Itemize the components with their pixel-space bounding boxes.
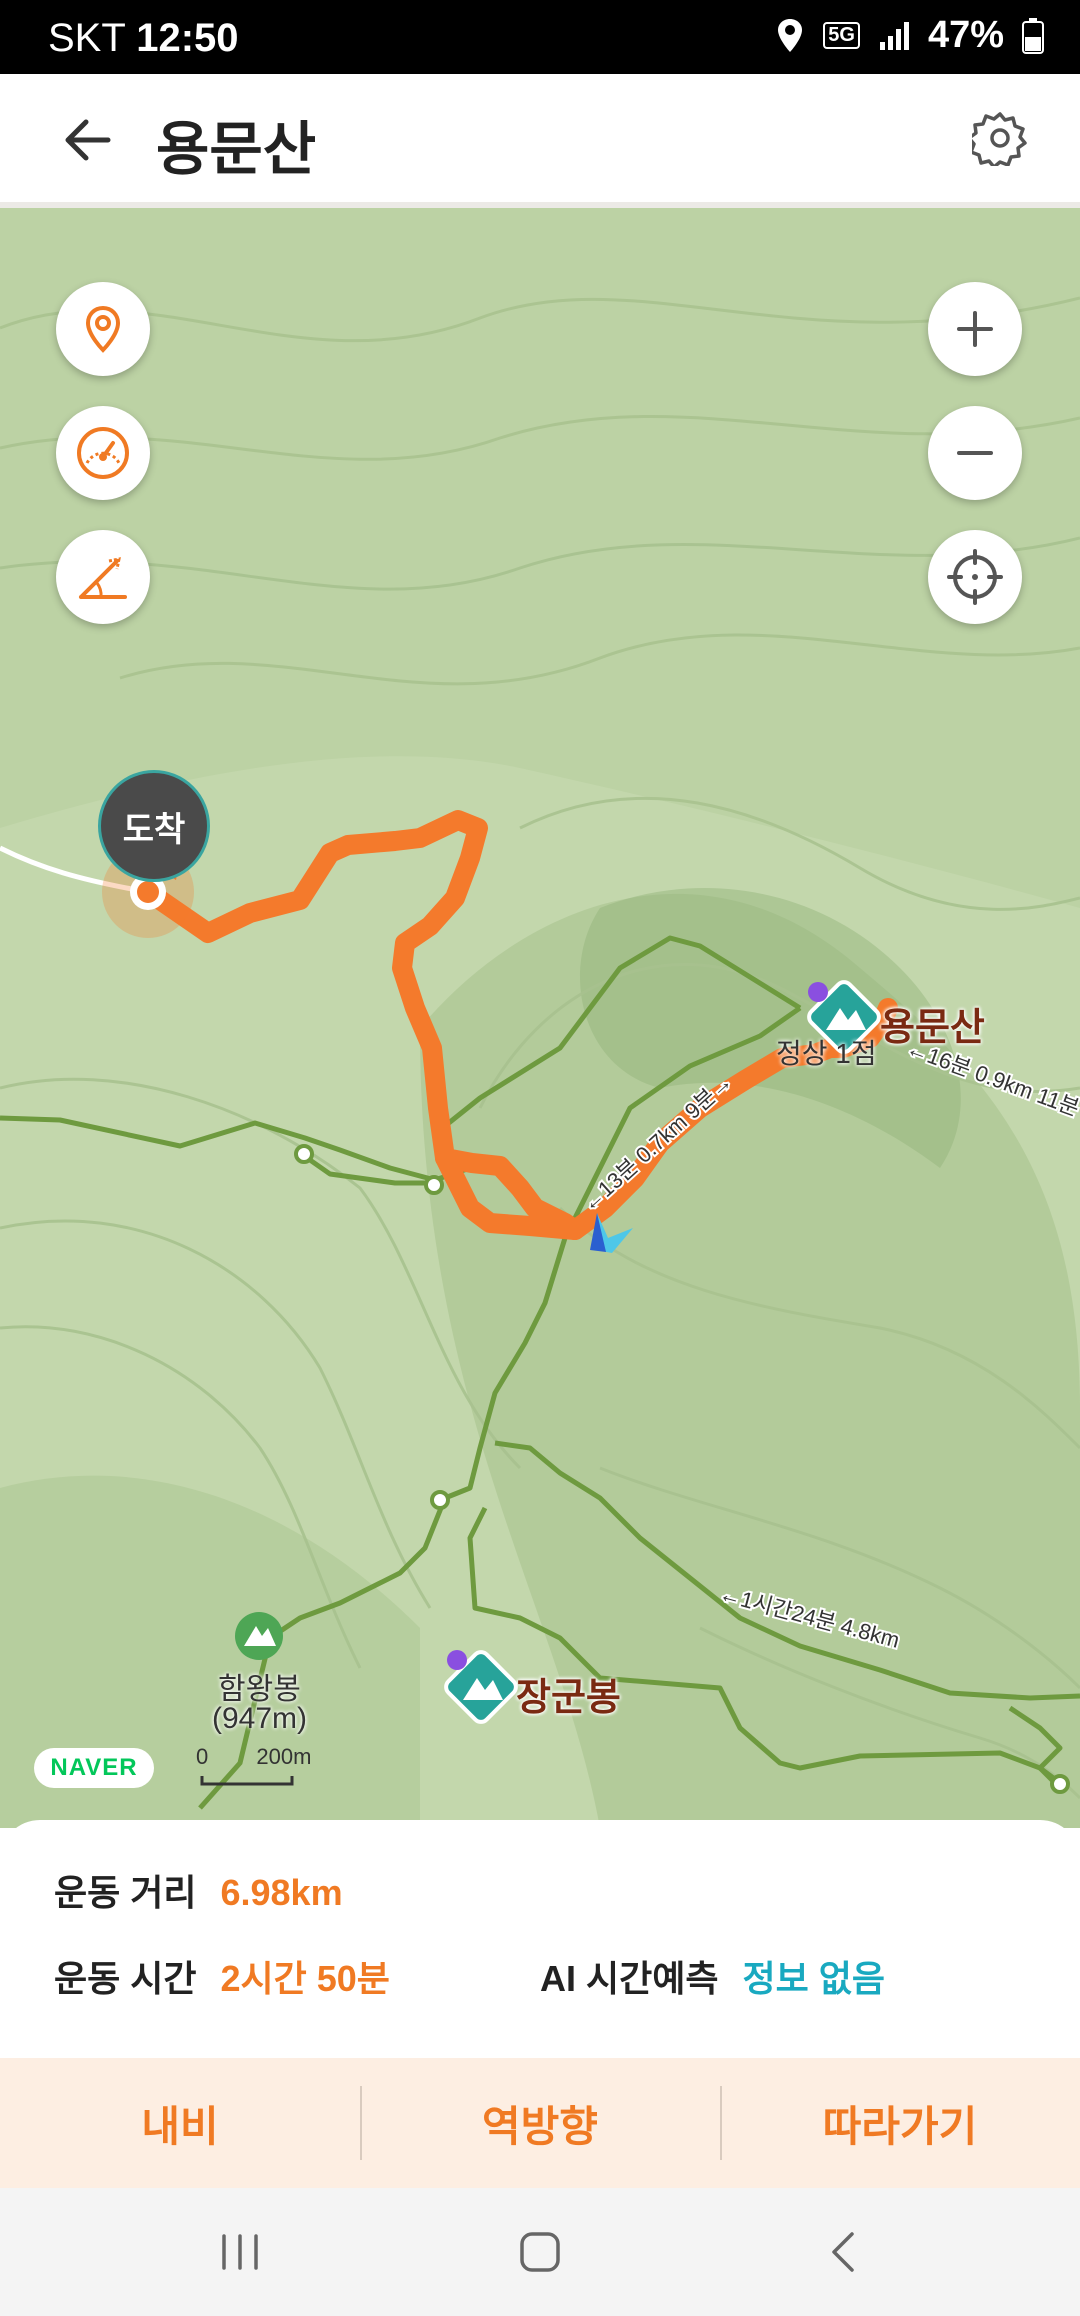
distance-value: 6.98km <box>220 1872 343 1913</box>
peak-marker-hamwang[interactable] <box>235 1612 283 1660</box>
map-view[interactable]: ←13분 0.7km 9분→ ←16분 0.9km 11분 ←1시간24분 4.… <box>0 208 1080 1828</box>
network-type: 5G <box>823 22 860 49</box>
time-value: 2시간 50분 <box>220 1958 390 1999</box>
recent-apps-icon[interactable] <box>218 2232 262 2272</box>
gauge-icon <box>77 427 129 479</box>
status-right: 5G 47% <box>775 14 1044 57</box>
plus-icon <box>957 311 993 347</box>
zoom-out-button[interactable] <box>928 406 1022 500</box>
follow-button[interactable]: 따라가기 <box>720 2058 1080 2188</box>
distance-label: 운동 거리 <box>54 1872 197 1913</box>
distance-stat: 운동 거리 6.98km <box>54 1864 343 1916</box>
zoom-in-button[interactable] <box>928 282 1022 376</box>
gear-icon[interactable] <box>972 110 1028 166</box>
slope-button[interactable] <box>56 530 150 624</box>
time-label: 운동 시간 <box>54 1958 197 1999</box>
peak-name-janggun[interactable]: 장군봉 <box>516 1666 621 1721</box>
system-nav-bar <box>0 2188 1080 2316</box>
ai-stat: AI 시간예측 정보 없음 <box>540 1950 885 2002</box>
stats-panel: 운동 거리 6.98km 운동 시간 2시간 50분 AI 시간예측 정보 없음 <box>0 1820 1080 2060</box>
battery-percent: 47% <box>927 14 1004 56</box>
home-icon[interactable] <box>518 2230 562 2274</box>
map-scale: 0 200m <box>196 1744 311 1770</box>
app-header: 용문산 <box>0 74 1080 208</box>
crosshair-icon <box>947 549 1003 605</box>
battery-icon <box>1022 17 1044 54</box>
carrier: SKT <box>48 16 126 60</box>
peak-name-yongmun[interactable]: 용문산 <box>880 996 985 1051</box>
scale-end: 200m <box>256 1744 312 1769</box>
navigation-button[interactable]: 내비 <box>0 2058 360 2188</box>
ai-value: 정보 없음 <box>742 1958 885 1999</box>
time-stat: 운동 시간 2시간 50분 <box>54 1950 390 2002</box>
scale-start: 0 <box>196 1744 209 1769</box>
clock: 12:50 <box>136 16 239 60</box>
my-location-button[interactable] <box>928 530 1022 624</box>
pin-button[interactable] <box>56 282 150 376</box>
speed-button[interactable] <box>56 406 150 500</box>
peak-sub-yongmun: 정상 1점 <box>776 1038 877 1069</box>
location-icon <box>778 18 803 52</box>
back-nav-icon[interactable] <box>826 2230 862 2274</box>
signal-icon <box>879 21 909 50</box>
slope-icon <box>79 557 127 599</box>
peak-sub-hamwang: (947m) <box>212 1702 308 1735</box>
action-bar: 내비 역방향 따라가기 <box>0 2058 1080 2188</box>
reverse-button[interactable]: 역방향 <box>360 2058 720 2188</box>
minus-icon <box>957 451 993 455</box>
arrow-left-icon[interactable] <box>56 108 120 172</box>
status-bar: SKT 12:50 5G 47% <box>0 0 1080 74</box>
arrival-marker: 도착 <box>98 770 210 882</box>
naver-logo: NAVER <box>34 1748 154 1788</box>
location-pin-icon <box>85 305 121 353</box>
status-left: SKT 12:50 <box>48 16 239 61</box>
ai-label: AI 시간예측 <box>540 1958 719 1999</box>
page-title: 용문산 <box>156 117 317 182</box>
